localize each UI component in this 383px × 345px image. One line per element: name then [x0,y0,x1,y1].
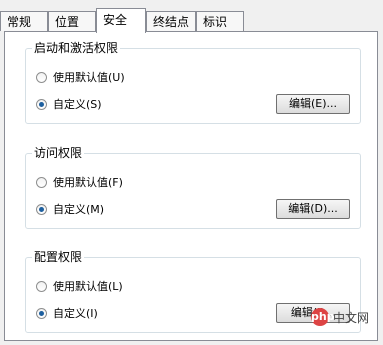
radio-label: 使用默认值(U) [53,71,125,84]
tab-security[interactable]: 安全 [96,8,146,33]
radio-custom[interactable]: 自定义(M) [36,201,104,217]
launch-activation-permissions-group: 启动和激活权限 使用默认值(U) 自定义(S) 编辑(E)... [25,40,361,124]
tab-general[interactable]: 常规 [0,11,48,31]
radio-label: 使用默认值(F) [53,176,123,189]
edit-button[interactable]: 编辑(D)... [276,199,350,219]
watermark-text: 中文网 [332,310,369,325]
group-title: 访问权限 [32,145,85,161]
radio-use-default[interactable]: 使用默认值(L) [36,278,123,294]
php-logo-icon: php [310,308,335,326]
radio-label: 自定义(I) [53,307,98,320]
radio-custom[interactable]: 自定义(S) [36,96,102,112]
tab-identity[interactable]: 标识 [196,11,244,31]
group-title: 启动和激活权限 [32,40,121,56]
radio-checked-icon[interactable] [36,307,47,319]
radio-checked-icon[interactable] [36,203,47,215]
tab-bar: 常规 位置 安全 终结点 标识 [0,8,383,33]
edit-button[interactable]: 编辑(E)... [276,94,350,114]
tab-location[interactable]: 位置 [48,11,96,31]
radio-custom[interactable]: 自定义(I) [36,305,98,321]
radio-unchecked-icon[interactable] [36,71,47,83]
radio-unchecked-icon[interactable] [36,176,47,188]
group-title: 配置权限 [32,249,85,265]
access-permissions-group: 访问权限 使用默认值(F) 自定义(M) 编辑(D)... [25,145,361,229]
radio-label: 自定义(S) [53,98,102,111]
watermark: php 中文网 [310,308,369,326]
tab-endpoints[interactable]: 终结点 [146,11,196,31]
radio-use-default[interactable]: 使用默认值(F) [36,174,123,190]
radio-use-default[interactable]: 使用默认值(U) [36,69,125,85]
properties-window: 常规 位置 安全 终结点 标识 启动和激活权限 使用默认值(U) 自定义(S) … [0,0,383,345]
radio-unchecked-icon[interactable] [36,280,47,292]
radio-checked-icon[interactable] [36,98,47,110]
radio-label: 自定义(M) [53,203,105,216]
security-panel: 启动和激活权限 使用默认值(U) 自定义(S) 编辑(E)... 访问权限 使用… [4,31,378,341]
radio-label: 使用默认值(L) [53,280,123,293]
